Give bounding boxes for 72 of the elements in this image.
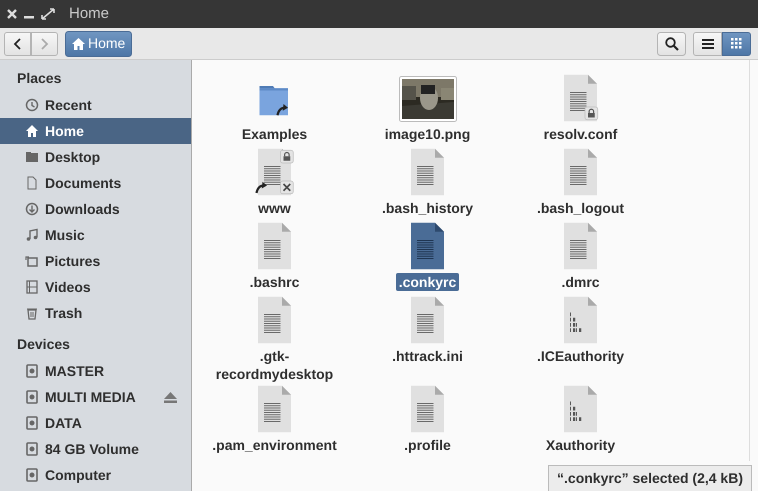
drive-icon: [25, 468, 39, 482]
file-name[interactable]: Xauthority: [542, 436, 618, 454]
search-icon: [664, 36, 678, 50]
file-name[interactable]: .bashrc: [246, 273, 302, 291]
file-icon[interactable]: [561, 148, 600, 196]
file-icon[interactable]: [561, 74, 600, 122]
file-icon[interactable]: [408, 222, 447, 270]
file-name[interactable]: resolv.conf: [540, 125, 620, 143]
document-icon: [25, 176, 39, 190]
sidebar-item[interactable]: 84 GB Volume: [0, 436, 191, 462]
sidebar-item[interactable]: Documents: [0, 170, 191, 196]
sidebar-item[interactable]: DATA: [0, 410, 191, 436]
home-icon: [25, 124, 39, 138]
clock-icon: [25, 98, 39, 112]
back-button[interactable]: [4, 32, 30, 56]
sidebar-item[interactable]: Pictures: [0, 248, 191, 274]
file-name[interactable]: .bash_logout: [534, 199, 628, 217]
search-button[interactable]: [657, 32, 686, 56]
location-button[interactable]: Home: [64, 30, 132, 56]
sidebar-item[interactable]: MASTER: [0, 358, 191, 384]
sidebar-item[interactable]: Home: [0, 118, 191, 144]
broken-link-file-icon[interactable]: [255, 148, 294, 196]
maximize-icon[interactable]: [41, 8, 55, 20]
file-name[interactable]: Examples: [238, 125, 310, 143]
file-name[interactable]: .dmrc: [558, 273, 603, 291]
download-icon: [25, 202, 39, 216]
trash-icon: [25, 306, 39, 320]
list-view-button[interactable]: [693, 32, 722, 56]
status-text: “.conkyrc” selected (2,4 kB): [548, 465, 752, 491]
sidebar-item[interactable]: Music: [0, 222, 191, 248]
file-name[interactable]: .bash_history: [378, 199, 476, 217]
binary-file-icon[interactable]: [561, 296, 600, 344]
file-name[interactable]: .gtk-recordmydesktop: [210, 347, 340, 383]
file-icon[interactable]: [408, 148, 447, 196]
drive-icon: [25, 390, 39, 404]
close-icon[interactable]: [7, 9, 17, 19]
file-name[interactable]: image10.png: [382, 125, 474, 143]
sidebar-item[interactable]: MULTI MEDIA: [0, 384, 191, 410]
film-icon: [25, 280, 39, 294]
picture-frame-icon: [25, 254, 39, 268]
sidebar-item[interactable]: Downloads: [0, 196, 191, 222]
section-heading: Places: [16, 69, 62, 88]
window-title: Home: [69, 4, 110, 24]
sidebar-item[interactable]: Trash: [0, 300, 191, 326]
folder-icon: [25, 150, 39, 164]
file-icon[interactable]: [408, 385, 447, 433]
file-icon[interactable]: [561, 222, 600, 270]
drive-icon: [25, 442, 39, 456]
eject-icon[interactable]: [164, 392, 177, 402]
file-name[interactable]: .ICEauthority: [534, 347, 628, 365]
file-name[interactable]: .conkyrc: [396, 273, 460, 291]
sidebar-item[interactable]: Recent: [0, 92, 191, 118]
list-icon: [702, 38, 714, 48]
grid-icon: [731, 38, 742, 49]
file-name[interactable]: .profile: [401, 436, 454, 454]
binary-file-icon[interactable]: [561, 385, 600, 433]
file-name[interactable]: www: [255, 199, 294, 217]
drive-icon: [25, 416, 39, 430]
sidebar-item[interactable]: Computer: [0, 462, 191, 488]
file-icon[interactable]: [255, 296, 294, 344]
file-icon[interactable]: [255, 385, 294, 433]
section-heading: Devices: [16, 335, 71, 354]
grid-view-button[interactable]: [722, 32, 751, 56]
home-icon: [72, 38, 84, 50]
file-icon[interactable]: [255, 222, 294, 270]
sidebar-item[interactable]: Videos: [0, 274, 191, 300]
music-note-icon: [25, 228, 39, 242]
file-name[interactable]: .httrack.ini: [389, 347, 466, 365]
drive-icon: [25, 364, 39, 378]
file-icon[interactable]: [408, 296, 447, 344]
sidebar-item[interactable]: Desktop: [0, 144, 191, 170]
file-name[interactable]: .pam_environment: [209, 436, 340, 454]
